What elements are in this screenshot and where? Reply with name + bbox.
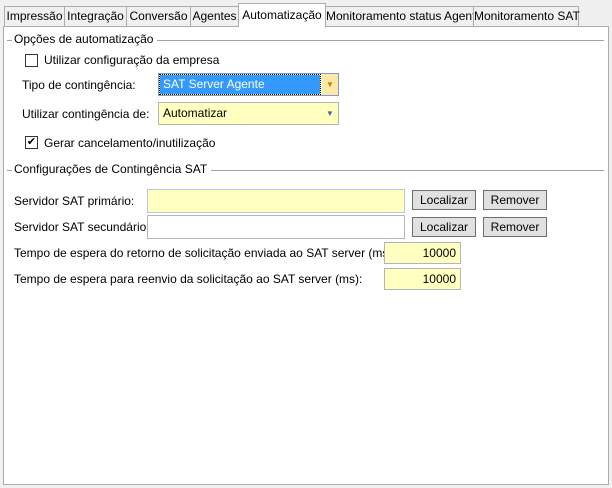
tab-impressao[interactable]: Impressão <box>4 6 65 27</box>
contingency-type-label: Tipo de contingência: <box>22 78 136 92</box>
primary-remove-button[interactable]: Remover <box>483 190 547 210</box>
secondary-locate-button[interactable]: Localizar <box>412 217 476 237</box>
contingency-type-select[interactable]: SAT Server Agente ▼ <box>158 73 339 96</box>
tab-monitoramento-sat[interactable]: Monitoramento SAT <box>473 6 580 27</box>
return-timeout-input[interactable]: 10000 <box>384 242 461 264</box>
generate-cancel-label: Gerar cancelamento/inutilização <box>44 136 216 150</box>
use-company-config-label: Utilizar configuração da empresa <box>44 53 220 67</box>
generate-cancel-checkbox[interactable]: ✔ <box>25 136 38 149</box>
return-timeout-label: Tempo de espera do retorno de solicitaçã… <box>14 246 396 260</box>
resend-timeout-label: Tempo de espera para reenvio da solicita… <box>14 272 363 286</box>
primary-locate-button[interactable]: Localizar <box>412 190 476 210</box>
group-title-automation: Opções de automatização <box>12 32 158 46</box>
chevron-down-icon: ▼ <box>326 109 334 118</box>
tab-monitoramento-status-agente[interactable]: Monitoramento status Agente <box>325 6 482 27</box>
tab-automatizacao[interactable]: Automatização <box>238 3 326 27</box>
use-contingency-select[interactable]: Automatizar ▼ <box>158 102 339 125</box>
use-contingency-value: Automatizar <box>163 106 228 120</box>
secondary-remove-button[interactable]: Remover <box>483 217 547 237</box>
resend-timeout-input[interactable]: 10000 <box>384 268 461 290</box>
chevron-down-icon: ▼ <box>322 74 338 95</box>
tab-conversao[interactable]: Conversão <box>126 6 191 27</box>
tab-agentes[interactable]: Agentes <box>190 6 239 27</box>
group-title-sat: Configurações de Contingência SAT <box>12 162 212 176</box>
use-contingency-label: Utilizar contingência de: <box>22 107 150 121</box>
primary-server-label: Servidor SAT primário: <box>14 194 135 208</box>
secondary-server-label: Servidor SAT secundário: <box>14 220 150 234</box>
tab-integracao[interactable]: Integração <box>64 6 127 27</box>
secondary-server-input[interactable] <box>147 215 405 239</box>
contingency-type-value: SAT Server Agente <box>159 74 321 95</box>
primary-server-input[interactable] <box>147 189 405 213</box>
use-company-config-checkbox[interactable] <box>25 54 38 67</box>
